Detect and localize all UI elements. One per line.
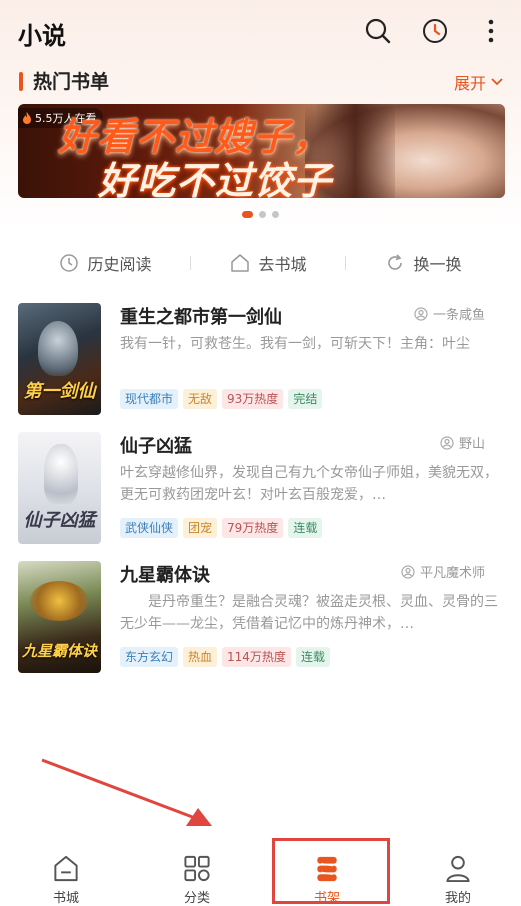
book-tags: 武侠仙侠 团宠 79万热度 连载	[120, 518, 323, 538]
tag: 东方玄幻	[120, 647, 179, 667]
tag: 热血	[183, 647, 218, 667]
home-icon	[231, 254, 250, 272]
user-icon	[446, 855, 470, 883]
more-vertical-icon[interactable]	[476, 16, 506, 46]
author-icon	[401, 564, 415, 579]
cover-art	[30, 581, 88, 621]
tag: 93万热度	[222, 389, 284, 409]
divider	[190, 256, 192, 270]
bottom-tab-bar: 书城 分类 书架 我的	[0, 838, 521, 906]
book-description: 叶玄穿越修仙界，发现自己有九个女帝仙子师姐，美貌无双，更无可救药团宠叶玄！对叶玄…	[120, 465, 498, 503]
bookstore-icon	[54, 855, 78, 882]
app-bar: 小说	[0, 0, 521, 62]
author-icon	[414, 306, 428, 321]
book-cover: 九星霸体诀	[18, 561, 101, 673]
chevron-down-icon	[491, 78, 503, 86]
book-item[interactable]: 九星霸体诀 九星霸体诀 平凡魔术师 是丹帝重生？是融合灵魂？被盗走灵根、灵血、灵…	[18, 561, 505, 673]
tag: 武侠仙侠	[120, 518, 179, 538]
cover-title: 第一剑仙	[23, 381, 96, 402]
author-name: 一条咸鱼	[432, 308, 485, 323]
quick-action-label: 历史阅读	[87, 255, 152, 274]
booklist-banner[interactable]: 5.5万人在看 好看不过嫂子， 好吃不过饺子	[18, 104, 505, 198]
cover-title: 九星霸体诀	[21, 642, 97, 660]
author-name: 平凡魔术师	[419, 566, 485, 581]
annotation-arrow	[41, 758, 212, 826]
book-tags: 东方玄幻 热血 114万热度 连载	[120, 647, 330, 667]
cover-title: 仙子凶猛	[23, 510, 96, 531]
section-accent-bar	[19, 72, 23, 91]
tab-label: 书城	[52, 891, 79, 906]
book-cover: 第一剑仙	[18, 303, 101, 415]
tag: 连载	[288, 518, 323, 538]
search-icon[interactable]	[363, 16, 393, 46]
refresh-icon	[388, 254, 403, 270]
annotation-highlight-box	[272, 838, 390, 904]
carousel-dot	[259, 211, 266, 218]
tag: 完结	[288, 389, 323, 409]
section-title: 热门书单	[33, 71, 110, 93]
carousel-dot	[272, 211, 279, 218]
clock-icon	[60, 254, 79, 272]
book-item[interactable]: 第一剑仙 重生之都市第一剑仙 一条咸鱼 我有一针，可救苍生。我有一剑，可斩天下！…	[18, 303, 505, 415]
book-description: 是丹帝重生？是融合灵魂？被盗走灵根、灵血、灵骨的三无少年——龙尘，凭借着记忆中的…	[120, 594, 498, 632]
hot-booklist-header: 热门书单 展开	[0, 64, 521, 98]
book-description: 我有一针，可救苍生。我有一剑，可斩天下！主角：叶尘	[120, 336, 470, 352]
refresh-button[interactable]: 换一换	[385, 251, 461, 275]
book-title: 重生之都市第一剑仙	[120, 307, 282, 328]
history-reading-button[interactable]: 历史阅读	[59, 251, 152, 275]
book-tags: 现代都市 无敌 93万热度 完结	[120, 389, 323, 409]
book-author: 野山	[440, 433, 485, 452]
tag: 团宠	[183, 518, 218, 538]
tag: 无敌	[183, 389, 218, 409]
tab-label: 分类	[183, 891, 210, 906]
author-name: 野山	[458, 437, 485, 452]
tab-bookstore[interactable]: 书城	[26, 838, 106, 906]
banner-headline-2: 好吃不过饺子	[98, 159, 333, 198]
tab-mine[interactable]: 我的	[418, 838, 498, 906]
quick-action-label: 换一换	[413, 255, 462, 274]
category-grid-icon	[184, 855, 210, 882]
app-title: 小说	[18, 22, 66, 50]
book-title: 仙子凶猛	[120, 436, 192, 457]
cover-art	[44, 444, 78, 504]
history-clock-icon[interactable]	[420, 16, 450, 46]
fire-icon	[23, 112, 31, 124]
book-title: 九星霸体诀	[120, 565, 210, 586]
tag: 114万热度	[222, 647, 291, 667]
tag: 连载	[295, 647, 330, 667]
quick-action-label: 去书城	[258, 255, 307, 274]
go-bookstore-button[interactable]: 去书城	[230, 251, 306, 275]
tag: 79万热度	[222, 518, 284, 538]
tab-label: 我的	[444, 891, 471, 906]
carousel-indicator	[0, 211, 521, 218]
divider	[345, 256, 347, 270]
book-author: 一条咸鱼	[414, 304, 485, 323]
book-item[interactable]: 仙子凶猛 仙子凶猛 野山 叶玄穿越修仙界，发现自己有九个女帝仙子师姐，美貌无双，…	[18, 432, 505, 544]
tab-category[interactable]: 分类	[157, 838, 237, 906]
book-cover: 仙子凶猛	[18, 432, 101, 544]
cover-art	[38, 321, 78, 376]
carousel-dot	[242, 211, 253, 218]
tag: 现代都市	[120, 389, 179, 409]
quick-actions: 历史阅读 去书城 换一换	[0, 246, 521, 280]
author-icon	[440, 435, 454, 450]
expand-label: 展开	[453, 74, 486, 93]
book-author: 平凡魔术师	[401, 562, 485, 581]
expand-button[interactable]: 展开	[454, 70, 504, 94]
